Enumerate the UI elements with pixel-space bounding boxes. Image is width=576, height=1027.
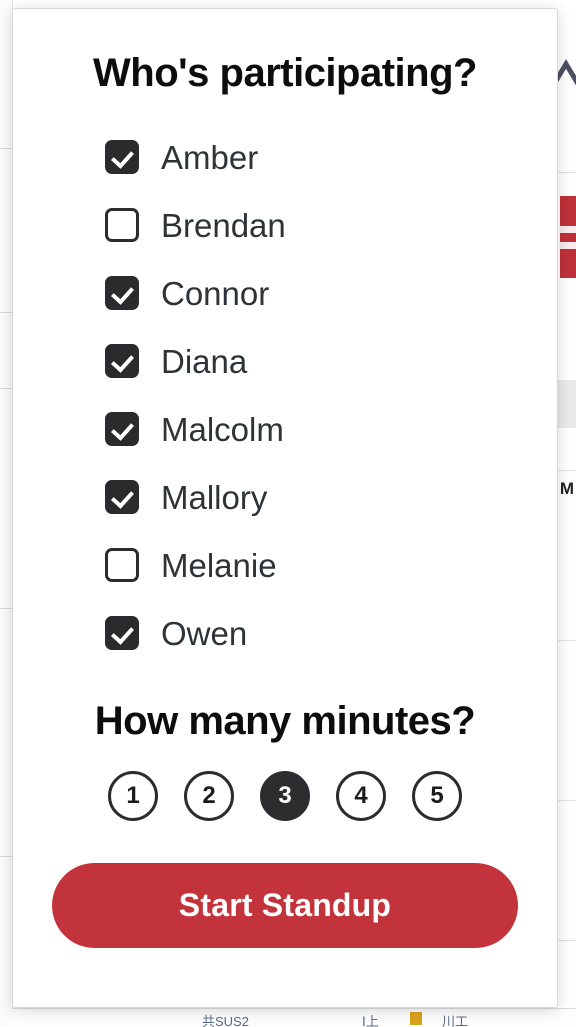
checkbox-checked-icon[interactable] (105, 140, 139, 174)
minute-option-2[interactable]: 2 (184, 771, 234, 821)
minutes-selector: 12345 (13, 771, 557, 821)
checkbox-checked-icon[interactable] (105, 276, 139, 310)
participant-list: Amber Brendan Connor Diana Malcolm Mallory Mel… (13, 123, 557, 667)
minutes-heading: How many minutes? (94, 699, 476, 743)
minute-option-5[interactable]: 5 (412, 771, 462, 821)
participant-row[interactable]: Mallory (105, 463, 557, 531)
participant-name: Malcolm (161, 410, 284, 448)
background-rule (0, 148, 12, 149)
participant-name: Melanie (161, 546, 277, 584)
participants-heading: Who's participating? (93, 51, 477, 95)
checkbox-unchecked-icon[interactable] (105, 548, 139, 582)
background-rule (0, 388, 12, 389)
participant-row[interactable]: Brendan (105, 191, 557, 259)
participant-name: Mallory (161, 478, 268, 516)
minute-option-1[interactable]: 1 (108, 771, 158, 821)
chevron-up-icon (558, 58, 576, 88)
background-color-swatch (410, 1012, 422, 1025)
participant-row[interactable]: Owen (105, 599, 557, 667)
background-rule (0, 608, 12, 609)
background-cell: 川工 (442, 1014, 469, 1027)
background-rule (558, 172, 576, 173)
checkbox-checked-icon[interactable] (105, 344, 139, 378)
background-rule (558, 470, 576, 471)
background-right-gutter (558, 0, 576, 1026)
participant-row[interactable]: Diana (105, 327, 557, 395)
participant-name: Brendan (161, 206, 286, 244)
participant-row[interactable]: Malcolm (105, 395, 557, 463)
checkbox-unchecked-icon[interactable] (105, 208, 139, 242)
background-rule (558, 940, 576, 941)
start-button-wrap: Start Standup (13, 863, 557, 948)
start-standup-button[interactable]: Start Standup (52, 863, 518, 948)
minute-option-3[interactable]: 3 (260, 771, 310, 821)
minute-option-4[interactable]: 4 (336, 771, 386, 821)
checkbox-checked-icon[interactable] (105, 412, 139, 446)
participant-name: Owen (161, 614, 248, 652)
standup-modal: Who's participating? Amber Brendan Connor D… (12, 8, 558, 1008)
background-bottom-row: 共SUS2 Ⅰ上 川工 (12, 1008, 576, 1027)
background-rule (558, 640, 576, 641)
participant-row[interactable]: Amber (105, 123, 557, 191)
background-glyph: M (559, 479, 574, 498)
background-red-badge (560, 196, 576, 278)
background-rule (0, 312, 12, 313)
participant-name: Connor (161, 274, 270, 312)
participant-name: Diana (161, 342, 248, 380)
background-gray-block (558, 380, 576, 428)
page-root: M 共SUS2 Ⅰ上 川工 Who's participating? Amber… (0, 0, 576, 1027)
participant-name: Amber (161, 138, 259, 176)
background-rule (558, 800, 576, 801)
participant-row[interactable]: Melanie (105, 531, 557, 599)
background-rule (0, 856, 12, 857)
background-cell: Ⅰ上 (362, 1014, 379, 1027)
checkbox-checked-icon[interactable] (105, 616, 139, 650)
participant-row[interactable]: Connor (105, 259, 557, 327)
background-cell: 共SUS2 (202, 1014, 249, 1027)
checkbox-checked-icon[interactable] (105, 480, 139, 514)
